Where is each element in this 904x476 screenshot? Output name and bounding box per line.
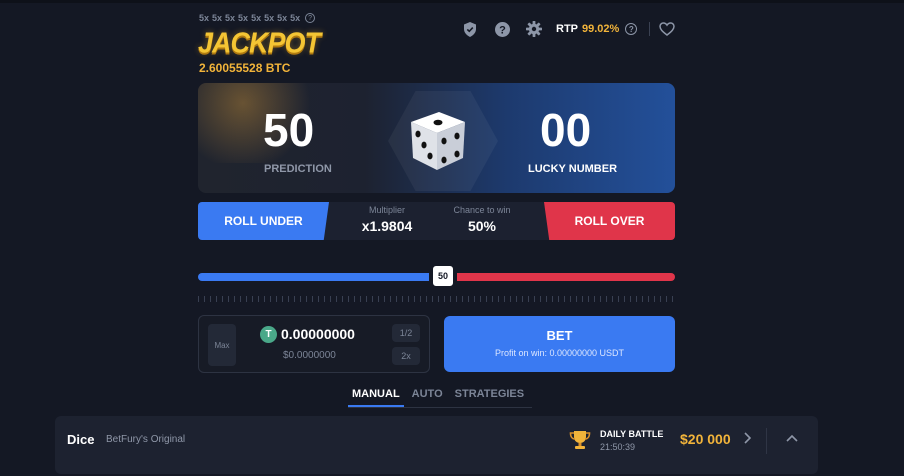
multiplier-tag: 5x bbox=[212, 13, 223, 23]
daily-battle-prize: $20 000 bbox=[680, 431, 731, 447]
multiplier-stat: Multiplier x1.9804 bbox=[342, 205, 432, 234]
multiplier-tag: 5x bbox=[277, 13, 288, 23]
question-icon[interactable]: ? bbox=[494, 21, 510, 37]
prediction-label: PREDICTION bbox=[264, 163, 332, 175]
mode-tabs: MANUAL AUTO STRATEGIES bbox=[348, 388, 533, 408]
odds-panel: Multiplier x1.9804 Chance to win 50% bbox=[324, 202, 550, 240]
tab-strategies[interactable]: STRATEGIES bbox=[451, 388, 528, 407]
bet-amount-input[interactable]: 0.00000000 bbox=[281, 326, 355, 342]
lucky-number-value: 00 bbox=[540, 104, 592, 156]
chance-stat: Chance to win 50% bbox=[437, 205, 527, 234]
jackpot-title: JACKPOT bbox=[198, 27, 321, 59]
jackpot-help-icon[interactable]: ? bbox=[305, 13, 316, 23]
shield-icon[interactable] bbox=[462, 21, 478, 37]
rtp-label: RTP bbox=[556, 23, 578, 35]
rtp-help-icon[interactable]: ? bbox=[625, 23, 638, 35]
slider-ticks bbox=[198, 296, 675, 302]
multiplier-tag: 5x bbox=[264, 13, 275, 23]
chance-value: 50% bbox=[467, 218, 497, 234]
result-panel: 50 PREDICTION 00 LUCKY NUMBER bbox=[198, 83, 675, 193]
profit-on-win: Profit on win: 0.00000000 USDT bbox=[494, 348, 625, 358]
slider-track-over[interactable] bbox=[457, 273, 675, 281]
multiplier-tag: 5x bbox=[199, 13, 210, 23]
daily-battle-title: DAILY BATTLE bbox=[600, 429, 664, 439]
daily-battle-timer: 21:50:39 bbox=[600, 442, 636, 452]
double-button[interactable]: 2x bbox=[392, 347, 420, 365]
svg-text:?: ? bbox=[499, 24, 506, 36]
jackpot-multipliers: 5x 5x 5x 5x 5x 5x 5x 5x ? bbox=[199, 13, 316, 23]
max-button[interactable]: Max bbox=[208, 324, 236, 366]
bet-amount-usd: $0.0000000 bbox=[283, 350, 336, 361]
dice-icon bbox=[405, 108, 469, 179]
multiplier-label: Multiplier bbox=[368, 205, 405, 215]
rtp-value: 99.02% bbox=[582, 23, 620, 35]
bet-button-label: BET bbox=[546, 328, 573, 343]
game-toolbar: ? RTP 99.02% ? bbox=[462, 21, 691, 37]
footer-divider bbox=[766, 428, 767, 454]
game-info-bar: Dice BetFury's Original DAILY BATTLE 21:… bbox=[55, 416, 818, 474]
toolbar-divider bbox=[649, 22, 651, 36]
half-button[interactable]: 1/2 bbox=[392, 324, 420, 342]
game-subtitle: BetFury's Original bbox=[106, 434, 186, 445]
slider-handle[interactable]: 50 bbox=[431, 264, 455, 288]
roll-under-button[interactable]: ROLL UNDER bbox=[198, 202, 329, 240]
tab-auto[interactable]: AUTO bbox=[408, 388, 447, 407]
game-title: Dice bbox=[67, 432, 95, 447]
multiplier-tag: 5x bbox=[251, 13, 262, 23]
roll-over-button[interactable]: ROLL OVER bbox=[544, 202, 675, 240]
lucky-number-label: LUCKY NUMBER bbox=[528, 163, 618, 175]
slider-track-under[interactable] bbox=[198, 273, 429, 281]
chance-label: Chance to win bbox=[453, 205, 511, 215]
rtp-indicator: RTP 99.02% ? bbox=[556, 23, 638, 35]
jackpot-amount: 2.60055528 BTC bbox=[199, 61, 291, 75]
heart-icon[interactable] bbox=[659, 21, 676, 37]
trophy-icon bbox=[569, 430, 591, 455]
bet-button[interactable]: BET Profit on win: 0.00000000 USDT bbox=[444, 316, 675, 372]
top-border bbox=[0, 0, 904, 3]
prediction-slider[interactable]: 50 bbox=[198, 264, 675, 288]
multiplier-tag: 5x bbox=[225, 13, 236, 23]
multiplier-tag: 5x bbox=[290, 13, 301, 23]
multiplier-value: x1.9804 bbox=[361, 218, 413, 234]
roll-controls: Multiplier x1.9804 Chance to win 50% ROL… bbox=[198, 202, 675, 240]
gear-icon[interactable] bbox=[526, 21, 542, 37]
multiplier-tag: 5x bbox=[238, 13, 249, 23]
chevron-up-icon[interactable] bbox=[786, 431, 798, 445]
usdt-coin-icon: T bbox=[260, 326, 277, 343]
chevron-right-icon[interactable] bbox=[743, 432, 752, 447]
bet-amount-box: Max T 0.00000000 $0.0000000 1/2 2x bbox=[198, 315, 430, 373]
tab-manual[interactable]: MANUAL bbox=[348, 388, 404, 407]
prediction-value: 50 bbox=[263, 104, 315, 156]
